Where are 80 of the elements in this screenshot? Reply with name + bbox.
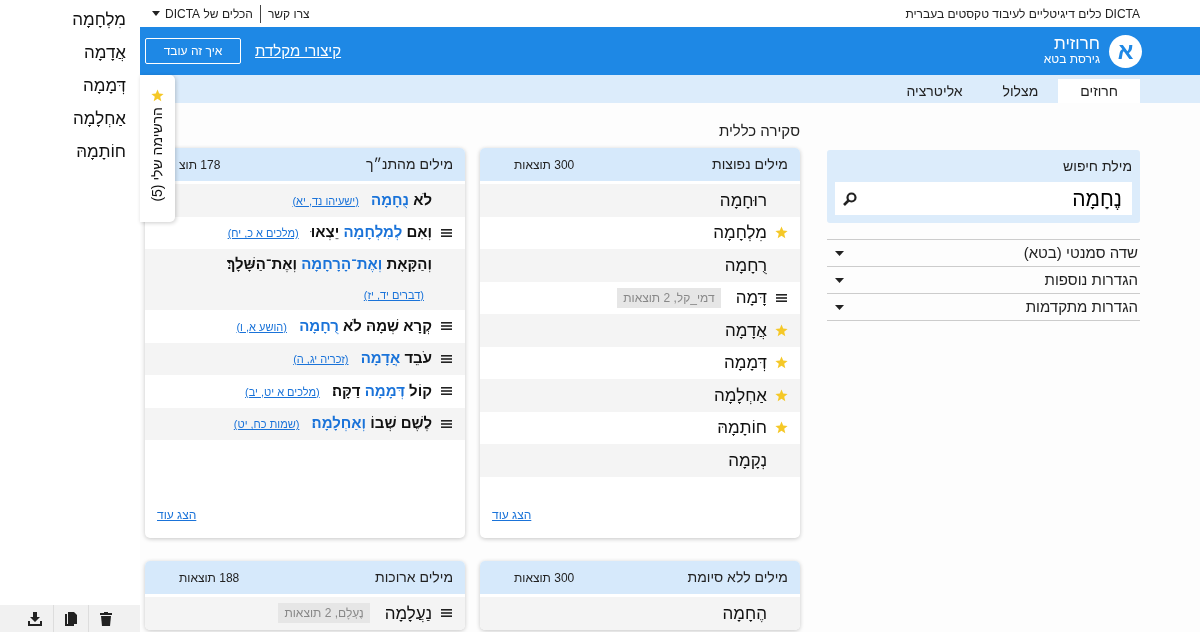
card-title: מילים ללא סיומת <box>687 568 788 587</box>
caret-icon[interactable] <box>835 277 844 283</box>
result-word[interactable]: הֶחָמָה <box>722 600 767 626</box>
card-title: מילים ארוכות <box>375 568 453 587</box>
list-word[interactable]: חוֹתָמָהּ <box>76 135 126 168</box>
list-word[interactable]: דְּמָמָה <box>82 69 126 102</box>
verse-text: עֹבֵד אֲדָמָה (זכריה יג, ה) <box>293 348 432 369</box>
my-list-tab[interactable]: הרשימה שלי (5) <box>140 75 175 222</box>
result-count: 300 תוצאות <box>514 156 575 174</box>
result-count: 178 תוצ <box>179 156 221 174</box>
filter-toggle[interactable]: הגדרות מתקדמות <box>827 293 1140 320</box>
menu-icon[interactable] <box>440 353 452 364</box>
variant-tag: נֶעְלָם, 2 תוצאות <box>278 603 370 624</box>
verse-text: וְאִם לְמִלְחָמָה יֵצְאוּ (מלכים א כ, יח) <box>227 222 432 243</box>
result-word[interactable]: דְּמָמָה <box>723 350 767 376</box>
result-word[interactable]: נַעֲלָמָה <box>384 600 432 626</box>
caret-icon[interactable] <box>835 304 844 310</box>
help-button[interactable]: איך זה עובד <box>145 38 241 64</box>
filter-toggle[interactable]: הגדרות נוספות <box>827 266 1140 293</box>
verse-text: וְהַקָּאָת וְאֶת־הָרָחָמָה וְאֶת־הַשָּׁלָךְ׃ (דברים יד, יז) <box>225 254 432 303</box>
search-label: מילת חיפוש <box>1062 157 1132 176</box>
verse-text: לֶשֶׁם שְׁבוֹ וְאַחְלָמָה׃ (שמות כח, יט) <box>233 413 432 434</box>
result-word[interactable]: רוּחָמָה <box>719 187 767 213</box>
star-icon[interactable] <box>774 388 788 402</box>
filter-toggle[interactable]: שדה סמנטי (בטא) <box>827 239 1140 266</box>
copy-icon[interactable] <box>64 611 77 626</box>
citation-link[interactable]: (זכריה יג, ה) <box>293 353 349 366</box>
verse-text: קוֹל דְּמָמָה דַקָּה׃ (מלכים א יט, יב) <box>245 380 432 401</box>
app-subtitle: גירסת בטא <box>1043 53 1100 67</box>
menu-icon[interactable] <box>440 418 452 429</box>
result-word[interactable]: אֲדָמָה <box>724 317 767 343</box>
star-icon[interactable] <box>774 356 788 370</box>
citation-link[interactable]: (מלכים א יט, יב) <box>245 385 320 398</box>
result-count: 188 תוצאות <box>179 569 240 587</box>
star-icon <box>151 89 164 102</box>
trash-icon[interactable] <box>99 611 112 626</box>
citation-link[interactable]: (מלכים א כ, יח) <box>227 227 299 240</box>
tab[interactable]: אליטרציה <box>886 79 983 103</box>
list-word[interactable]: אֲדָמָה <box>83 36 126 69</box>
logo: א <box>1109 34 1142 68</box>
result-word[interactable]: אַחְלָמָה <box>714 382 767 408</box>
star-icon[interactable] <box>774 323 788 337</box>
result-word[interactable]: מִלְחָמָה <box>713 220 767 246</box>
search-icon[interactable] <box>843 192 857 206</box>
citation-link[interactable]: (הושע א, ו) <box>236 320 287 333</box>
result-count: 300 תוצאות <box>514 569 575 587</box>
site-title: DICTA כלים דיגיטליים לעיבוד טקסטים בעברית <box>905 5 1140 23</box>
download-icon[interactable] <box>28 611 42 626</box>
citation-link[interactable]: (שמות כח, יט) <box>233 418 300 431</box>
caret-icon[interactable] <box>835 250 844 256</box>
tab[interactable]: חרוזים <box>1058 79 1140 103</box>
variant-tag: דמי_קל, 2 תוצאות <box>617 287 721 308</box>
card-title: מילים נפוצות <box>712 155 788 174</box>
citation-link[interactable]: (ישעיהו נד, יא) <box>292 194 359 207</box>
contact-link[interactable]: צרו קשר <box>260 4 317 23</box>
verse-text: קְרָא שְׁמָהּ לֹא רֻחָמָה (הושע א, ו) <box>236 315 432 337</box>
app-name: חרוזית <box>1053 35 1100 54</box>
list-word[interactable]: מִלְחָמָה <box>72 3 126 36</box>
show-more-link[interactable]: הצג עוד <box>492 506 532 524</box>
star-icon[interactable] <box>774 226 788 240</box>
show-more-link[interactable]: הצג עוד <box>157 506 197 524</box>
citation-link[interactable]: (דברים יד, יז) <box>363 289 424 301</box>
result-word[interactable]: נְקָמָה <box>728 447 767 473</box>
shortcuts-link[interactable]: קיצורי מקלדת <box>255 39 342 63</box>
tools-menu-link[interactable]: הכלים של DICTA <box>145 4 261 23</box>
verse-text: לֹא נֻחָמָה (ישעיהו נד, יא) <box>292 189 432 211</box>
star-icon[interactable] <box>774 421 788 435</box>
menu-icon[interactable] <box>775 292 787 303</box>
menu-icon[interactable] <box>440 227 452 238</box>
caret-icon[interactable] <box>152 11 160 16</box>
result-word[interactable]: רֻחָמָה <box>724 252 767 278</box>
list-word[interactable]: אַחְלָמָה <box>73 102 126 135</box>
menu-icon[interactable] <box>440 608 452 619</box>
result-word[interactable]: חוֹתָמָהּ <box>717 415 767 441</box>
search-field[interactable]: נֶחָמָה <box>835 182 1132 215</box>
menu-icon[interactable] <box>440 321 452 332</box>
tab[interactable]: מצלול <box>982 79 1059 103</box>
menu-icon[interactable] <box>440 386 452 397</box>
card-title: מילים מהתנ״ך <box>366 155 453 174</box>
result-word[interactable]: דָּמָה <box>735 285 767 311</box>
